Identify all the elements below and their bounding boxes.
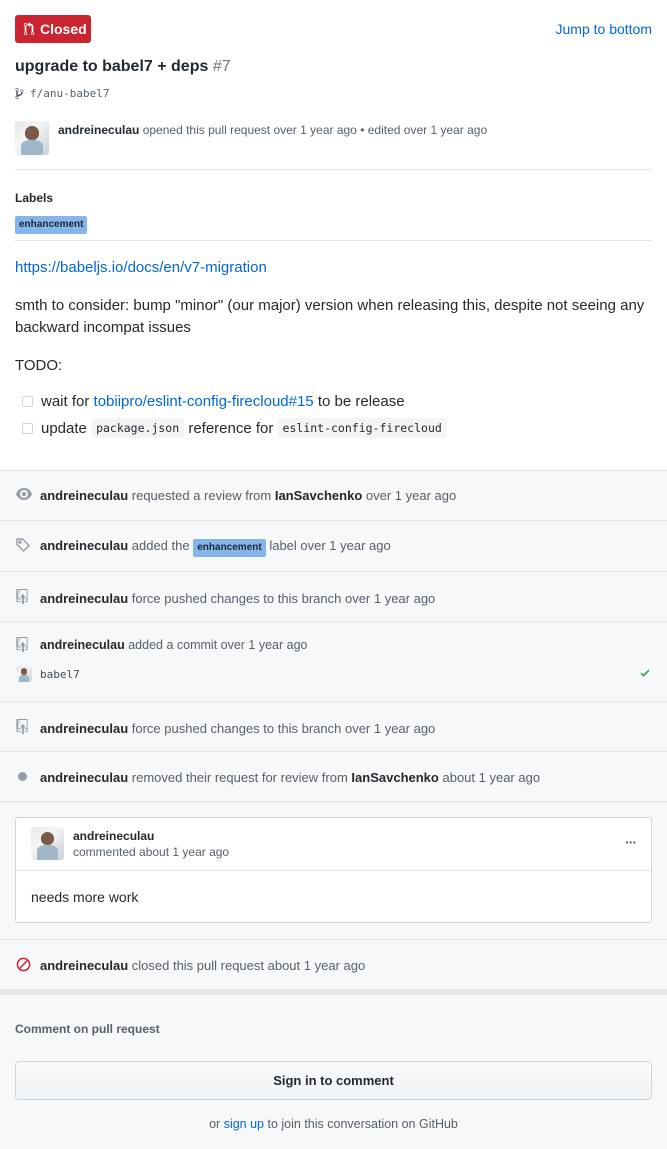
repo-push-icon (16, 589, 28, 604)
author-link[interactable]: andreineculau (58, 123, 139, 137)
actor-link[interactable]: andreineculau (40, 770, 128, 785)
kebab-menu-icon[interactable]: ··· (625, 834, 637, 850)
pr-number: #7 (212, 58, 231, 75)
actor-link[interactable]: andreineculau (40, 958, 128, 973)
timeline-event-commit: andreineculau added a commit over 1 year… (0, 621, 667, 701)
comment-footer-heading: Comment on pull request (15, 1022, 160, 1036)
comment-card: andreineculau commented about 1 year ago… (15, 817, 652, 923)
comment-meta: commented about 1 year ago (73, 845, 230, 859)
task-checkbox (22, 396, 33, 407)
branch-ref: f/anu-babel7 (15, 87, 109, 100)
commit-author-avatar[interactable] (16, 666, 32, 682)
timeline-event-review-requested: andreineculau requested a review from Ia… (0, 470, 667, 520)
eye-icon (16, 488, 32, 500)
labels-heading: Labels (15, 191, 54, 205)
comment-author[interactable]: andreineculau (73, 829, 154, 843)
status-label: Closed (40, 21, 87, 37)
issue-link[interactable]: tobiipro/eslint-config-firecloud#15 (94, 393, 314, 410)
opened-meta: andreineculau opened this pull request o… (58, 123, 488, 137)
timeline-event-review-removed: andreineculau removed their request for … (0, 751, 667, 801)
comment-header: andreineculau commented about 1 year ago… (16, 818, 651, 871)
reviewer-link[interactable]: IanSavchenko (275, 488, 362, 503)
sign-up-link[interactable]: sign up (224, 1117, 264, 1131)
todo-heading: TODO: (15, 357, 63, 374)
reviewer-link[interactable]: IanSavchenko (351, 770, 438, 785)
actor-link[interactable]: andreineculau (40, 488, 128, 503)
actor-link[interactable]: andreineculau (40, 638, 125, 652)
tag-icon (16, 538, 30, 552)
task-item: update package.json reference for eslint… (22, 418, 447, 438)
commit-message[interactable]: babel7 (40, 668, 80, 681)
divider (15, 169, 652, 170)
author-avatar[interactable] (15, 121, 49, 155)
repo-push-icon (16, 719, 28, 734)
timeline-event-force-push: andreineculau force pushed changes to th… (0, 701, 667, 751)
repo-push-icon (16, 637, 28, 652)
task-item: wait for tobiipro/eslint-config-fireclou… (22, 393, 405, 410)
branch-name: f/anu-babel7 (30, 87, 110, 100)
migration-link[interactable]: https://babeljs.io/docs/en/v7-migration (15, 257, 267, 279)
label-enhancement[interactable]: enhancement (15, 216, 88, 234)
pr-title: upgrade to babel7 + deps (15, 58, 209, 75)
actor-link[interactable]: andreineculau (40, 591, 128, 606)
signup-prompt: or sign up to join this conversation on … (209, 1117, 458, 1131)
divider (15, 240, 652, 241)
timeline-event-labeled: andreineculau added the enhancement labe… (0, 520, 667, 571)
actor-link[interactable]: andreineculau (40, 721, 128, 736)
status-badge-closed: Closed (15, 15, 91, 43)
git-branch-icon (15, 87, 24, 100)
circle-slash-icon (16, 957, 31, 972)
code-eslint-config: eslint-config-firecloud (277, 418, 447, 438)
check-icon[interactable] (639, 667, 651, 679)
timeline-event-force-push: andreineculau force pushed changes to th… (0, 571, 667, 621)
label-enhancement[interactable]: enhancement (193, 539, 266, 557)
pull-request-closed-icon (23, 22, 35, 36)
description-paragraph: smth to consider: bump "minor" (our majo… (15, 297, 645, 336)
comment-body: needs more work (31, 889, 139, 905)
comment-author-avatar[interactable] (31, 827, 64, 860)
sign-in-button[interactable]: Sign in to comment (15, 1061, 652, 1100)
code-package-json: package.json (91, 418, 185, 438)
jump-to-bottom-link[interactable]: Jump to bottom (556, 21, 653, 37)
dot-icon (18, 772, 27, 781)
actor-link[interactable]: andreineculau (40, 538, 128, 553)
page-title: upgrade to babel7 + deps #7 (15, 58, 231, 76)
task-checkbox (22, 422, 33, 434)
timeline-event-closed: andreineculau closed this pull request a… (0, 939, 667, 989)
